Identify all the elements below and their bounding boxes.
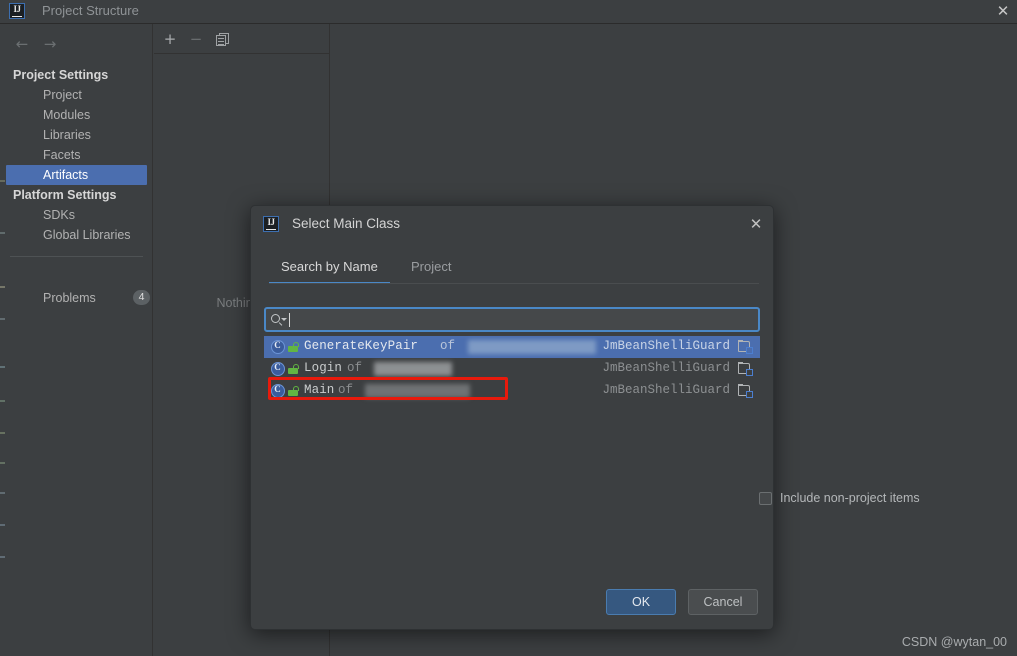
result-of-label: of — [440, 339, 456, 353]
search-results-list: C GenerateKeyPair of JmBeanShelliGuard C… — [264, 336, 760, 402]
nav-forward-icon[interactable]: → — [38, 32, 62, 56]
table-row[interactable]: C Login of JmBeanShelliGuard — [264, 358, 760, 380]
module-icon — [738, 340, 753, 354]
tab-project[interactable]: Project — [399, 256, 463, 284]
problems-count-badge: 4 — [133, 290, 150, 305]
search-icon — [271, 313, 287, 327]
result-package-redacted — [468, 340, 596, 354]
text-caret — [289, 313, 290, 327]
class-icon: C — [271, 340, 285, 354]
close-icon[interactable]: ✕ — [992, 1, 1014, 22]
dialog-close-icon[interactable]: ✕ — [746, 214, 766, 234]
result-of-label: of — [338, 383, 354, 397]
result-package-redacted — [365, 384, 470, 398]
cancel-button[interactable]: Cancel — [688, 589, 758, 615]
dialog-title: Select Main Class — [292, 216, 401, 231]
module-icon — [738, 362, 753, 376]
artifacts-toolbar: + − — [154, 24, 329, 54]
select-main-class-dialog: IJ Select Main Class ✕ Search by Name Pr… — [250, 205, 920, 630]
dialog-tabs: Search by Name Project — [269, 256, 759, 286]
result-class-name: Login — [304, 361, 343, 375]
remove-artifact-button[interactable]: − — [186, 29, 206, 49]
intellij-logo-text: IJ — [13, 4, 21, 14]
copy-artifact-button[interactable] — [212, 29, 232, 49]
page-title: Project Structure — [42, 3, 139, 18]
sidebar-item-global-libraries[interactable]: Global Libraries — [0, 225, 153, 245]
nav-back-icon[interactable]: ← — [10, 32, 34, 56]
dialog-tabs-divider — [269, 283, 759, 284]
dialog-logo-text: IJ — [267, 217, 275, 227]
problems-label: Problems — [43, 291, 96, 305]
class-icon: C — [271, 362, 285, 376]
sidebar-nav: ← → — [0, 32, 153, 58]
sidebar-item-sdks[interactable]: SDKs — [0, 205, 153, 225]
module-icon — [738, 384, 753, 398]
watermark-text: CSDN @wytan_00 — [901, 635, 1007, 649]
add-artifact-button[interactable]: + — [160, 29, 180, 49]
ok-button[interactable]: OK — [606, 589, 676, 615]
result-of-label: of — [347, 361, 363, 375]
include-non-project-items-label: Include non-project items — [780, 491, 920, 505]
result-class-name: Main — [304, 383, 335, 397]
table-row[interactable]: C Main of JmBeanShelliGuard — [264, 380, 760, 402]
sidebar-divider — [10, 256, 143, 257]
tab-search-by-name-label: Search by Name — [281, 259, 378, 274]
dialog-intellij-logo-icon: IJ — [263, 216, 279, 232]
settings-tree: Project Settings Project Modules Librari… — [0, 65, 153, 245]
sidebar-item-problems[interactable]: Problems 4 — [0, 288, 153, 308]
public-modifier-icon — [288, 342, 299, 352]
sidebar-group-platform-settings: Platform Settings — [13, 188, 117, 202]
include-non-project-items-checkbox[interactable] — [759, 492, 772, 505]
result-class-name: GenerateKeyPair — [304, 339, 419, 353]
public-modifier-icon — [288, 386, 299, 396]
intellij-logo-icon: IJ — [9, 3, 25, 19]
result-module-name: JmBeanShelliGuard — [602, 383, 730, 397]
dialog-titlebar: IJ Select Main Class ✕ — [251, 206, 773, 242]
sidebar-group-project-settings: Project Settings — [13, 68, 109, 82]
table-row[interactable]: C GenerateKeyPair of JmBeanShelliGuard — [264, 336, 760, 358]
result-package-redacted — [374, 362, 452, 376]
window-titlebar: IJ Project Structure ✕ — [0, 0, 1017, 24]
tab-search-by-name[interactable]: Search by Name — [269, 256, 390, 284]
result-module-name: JmBeanShelliGuard — [602, 339, 730, 353]
tab-project-label: Project — [411, 259, 452, 274]
search-input[interactable] — [264, 307, 760, 332]
copy-icon — [215, 33, 229, 46]
project-structure-window: IJ Project Structure ✕ ← → Project Setti… — [0, 0, 1017, 656]
sidebar-item-facets[interactable]: Facets — [0, 145, 153, 165]
public-modifier-icon — [288, 364, 299, 374]
sidebar-item-artifacts[interactable]: Artifacts — [6, 165, 147, 185]
dialog-footer: OK Cancel — [251, 589, 773, 615]
class-icon: C — [271, 384, 285, 398]
sidebar-item-project[interactable]: Project — [0, 85, 153, 105]
chevron-down-icon — [281, 318, 287, 321]
result-module-name: JmBeanShelliGuard — [602, 361, 730, 375]
sidebar-item-libraries[interactable]: Libraries — [0, 125, 153, 145]
sidebar-item-modules[interactable]: Modules — [0, 105, 153, 125]
settings-sidebar: ← → Project Settings Project Modules Lib… — [0, 24, 153, 656]
